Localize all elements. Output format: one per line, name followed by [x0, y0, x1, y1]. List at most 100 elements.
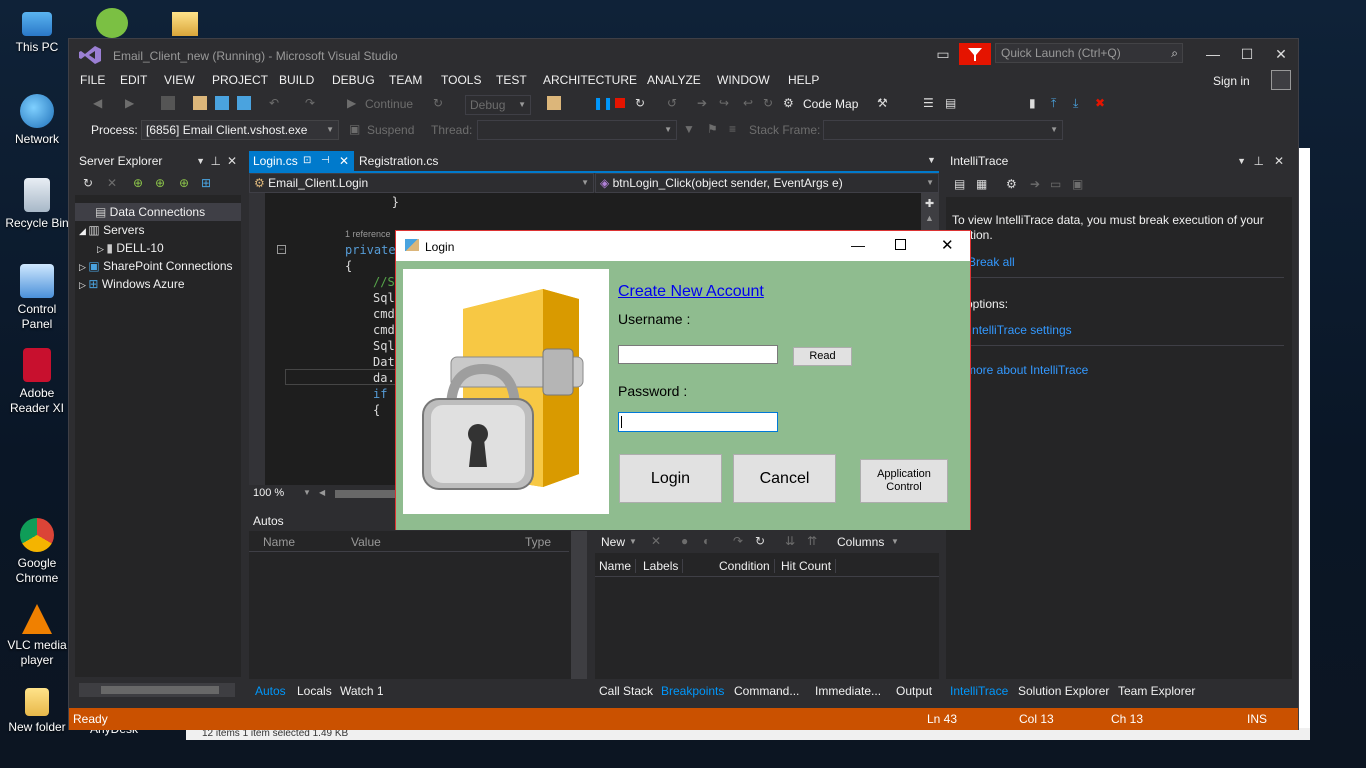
tab-command[interactable]: Command...: [734, 684, 799, 698]
next-bookmark-icon[interactable]: ⤓: [1073, 96, 1087, 110]
save-icon[interactable]: ▣: [1072, 177, 1083, 191]
prev-bookmark-icon[interactable]: ⤒: [1051, 96, 1065, 110]
undo-icon[interactable]: ↶: [269, 96, 283, 110]
quick-launch-input[interactable]: Quick Launch (Ctrl+Q) ⌕: [995, 43, 1183, 63]
scrollbar-thumb[interactable]: [101, 686, 219, 694]
pause-icon[interactable]: ❚❚: [593, 96, 613, 110]
delete-icon[interactable]: ✕: [651, 534, 661, 548]
user-avatar-icon[interactable]: [1271, 70, 1291, 90]
column-header[interactable]: Condition: [719, 559, 775, 573]
maximize-button[interactable]: [895, 239, 906, 250]
utorrent-icon[interactable]: [96, 8, 128, 38]
code-map-icon[interactable]: ⚙: [783, 96, 797, 110]
menu-debug[interactable]: DEBUG: [332, 73, 375, 87]
tab-output[interactable]: Output: [896, 684, 932, 698]
continue-icon[interactable]: ▶: [347, 96, 361, 110]
menu-file[interactable]: FILE: [80, 73, 105, 87]
scroll-left-icon[interactable]: ◀: [319, 488, 325, 497]
tree-item-windows-azure[interactable]: ▷ ⊞ Windows Azure: [75, 275, 185, 293]
desktop-icon-recycle-bin[interactable]: Recycle Bin: [4, 178, 70, 231]
tab-call-stack[interactable]: Call Stack: [599, 684, 653, 698]
column-header[interactable]: Type: [525, 535, 551, 549]
save-icon[interactable]: [215, 96, 229, 110]
create-account-link[interactable]: Create New Account: [618, 283, 764, 301]
member-navigation-dropdown[interactable]: ◈ btnLogin_Click(object sender, EventArg…: [595, 173, 939, 193]
code-lens-references[interactable]: 1 reference: [345, 229, 391, 239]
columns-button[interactable]: Columns: [837, 535, 884, 549]
tab-breakpoints[interactable]: Breakpoints: [661, 684, 724, 698]
desktop-icon-network[interactable]: Network: [4, 94, 70, 147]
new-project-icon[interactable]: [161, 96, 175, 110]
tab-solution-explorer[interactable]: Solution Explorer: [1018, 684, 1109, 698]
menu-project[interactable]: PROJECT: [212, 73, 268, 87]
save-all-icon[interactable]: [237, 96, 251, 110]
horizontal-scrollbar[interactable]: [79, 683, 235, 697]
step-into-icon[interactable]: ➔: [697, 96, 711, 110]
close-panel-icon[interactable]: ✕: [227, 151, 237, 171]
tab-team-explorer[interactable]: Team Explorer: [1118, 684, 1195, 698]
column-header[interactable]: Name: [599, 559, 637, 573]
class-navigation-dropdown[interactable]: ⚙ Email_Client.Login ▼: [249, 173, 594, 193]
find-in-files-icon[interactable]: [547, 96, 561, 110]
azure-icon[interactable]: ⊞: [201, 176, 211, 190]
sign-in-link[interactable]: Sign in: [1213, 74, 1250, 88]
configuration-dropdown[interactable]: Debug ▼: [465, 95, 531, 115]
menu-help[interactable]: HELP: [788, 73, 819, 87]
settings-icon[interactable]: ⚙: [1006, 177, 1017, 191]
forward-icon[interactable]: ▶: [125, 96, 139, 110]
cancel-button[interactable]: Cancel: [733, 454, 836, 503]
code-map-button[interactable]: Code Map: [803, 97, 858, 111]
pin-icon[interactable]: ⊥: [211, 151, 221, 171]
application-control-button[interactable]: Application Control: [860, 459, 948, 503]
tree-item-sharepoint[interactable]: ▷ ▣ SharePoint Connections: [75, 257, 233, 275]
tab-immediate[interactable]: Immediate...: [815, 684, 881, 698]
preview-icon[interactable]: ⊣: [321, 151, 330, 171]
tab-overflow-icon[interactable]: ▼: [927, 155, 936, 165]
scroll-up-icon[interactable]: ▲: [925, 213, 934, 223]
sharepoint-connect-icon[interactable]: ⊕: [179, 176, 189, 190]
menu-test[interactable]: TEST: [496, 73, 527, 87]
refresh-icon[interactable]: ↻: [433, 96, 447, 110]
chevron-down-icon[interactable]: ▼: [1237, 151, 1246, 171]
stop-icon[interactable]: [615, 98, 625, 108]
vertical-scrollbar[interactable]: [571, 531, 587, 679]
stack-frame-dropdown[interactable]: ▼: [823, 120, 1063, 140]
suspend-button[interactable]: Suspend: [367, 123, 414, 137]
redo-icon[interactable]: ↷: [305, 96, 319, 110]
export-icon[interactable]: ↷: [733, 534, 743, 548]
tab-intellitrace[interactable]: IntelliTrace: [950, 684, 1008, 698]
tab-locals[interactable]: Locals: [297, 684, 332, 698]
split-icon[interactable]: ✚: [925, 197, 934, 210]
continue-button[interactable]: Continue: [365, 97, 413, 111]
read-button[interactable]: Read: [793, 347, 852, 366]
close-button[interactable]: ✕: [941, 236, 954, 254]
outline-icon[interactable]: ☰: [923, 96, 937, 110]
learn-more-link[interactable]: rn more about IntelliTrace: [952, 363, 1088, 377]
column-header[interactable]: Name: [263, 535, 295, 549]
column-header[interactable]: Labels: [643, 559, 684, 573]
desktop-icon-google-chrome[interactable]: Google Chrome: [4, 518, 70, 586]
stop-refresh-icon[interactable]: ✕: [107, 176, 117, 190]
desktop-icon-adobe-reader[interactable]: Adobe Reader XI: [4, 348, 70, 416]
menu-architecture[interactable]: ARCHITECTURE: [543, 73, 637, 87]
tab-autos[interactable]: Autos: [255, 684, 286, 698]
menu-build[interactable]: BUILD: [279, 73, 314, 87]
tree-item-servers[interactable]: ◢ ▥ Servers: [75, 221, 144, 239]
restart-icon[interactable]: ↻: [635, 96, 649, 110]
close-button[interactable]: ✕: [1271, 43, 1291, 65]
connect-database-icon[interactable]: ⊕: [133, 176, 143, 190]
import-icon[interactable]: ⇊: [785, 534, 795, 548]
column-header[interactable]: Value: [351, 535, 381, 549]
zoom-level[interactable]: 100 %: [253, 487, 284, 499]
bookmark-icon[interactable]: ▮: [1029, 96, 1043, 110]
menu-analyze[interactable]: ANALYZE: [647, 73, 701, 87]
minimize-button[interactable]: —: [1203, 43, 1223, 65]
username-input[interactable]: [618, 345, 778, 364]
break-all-link[interactable]: Break all: [968, 255, 1015, 269]
horizontal-scrollbar-thumb[interactable]: [335, 490, 399, 498]
tab-watch-1[interactable]: Watch 1: [340, 684, 384, 698]
open-file-icon[interactable]: [193, 96, 207, 110]
step-out-icon[interactable]: ↩: [743, 96, 757, 110]
thread-dropdown[interactable]: ▼: [477, 120, 677, 140]
forward-icon[interactable]: ➔: [1030, 177, 1040, 191]
